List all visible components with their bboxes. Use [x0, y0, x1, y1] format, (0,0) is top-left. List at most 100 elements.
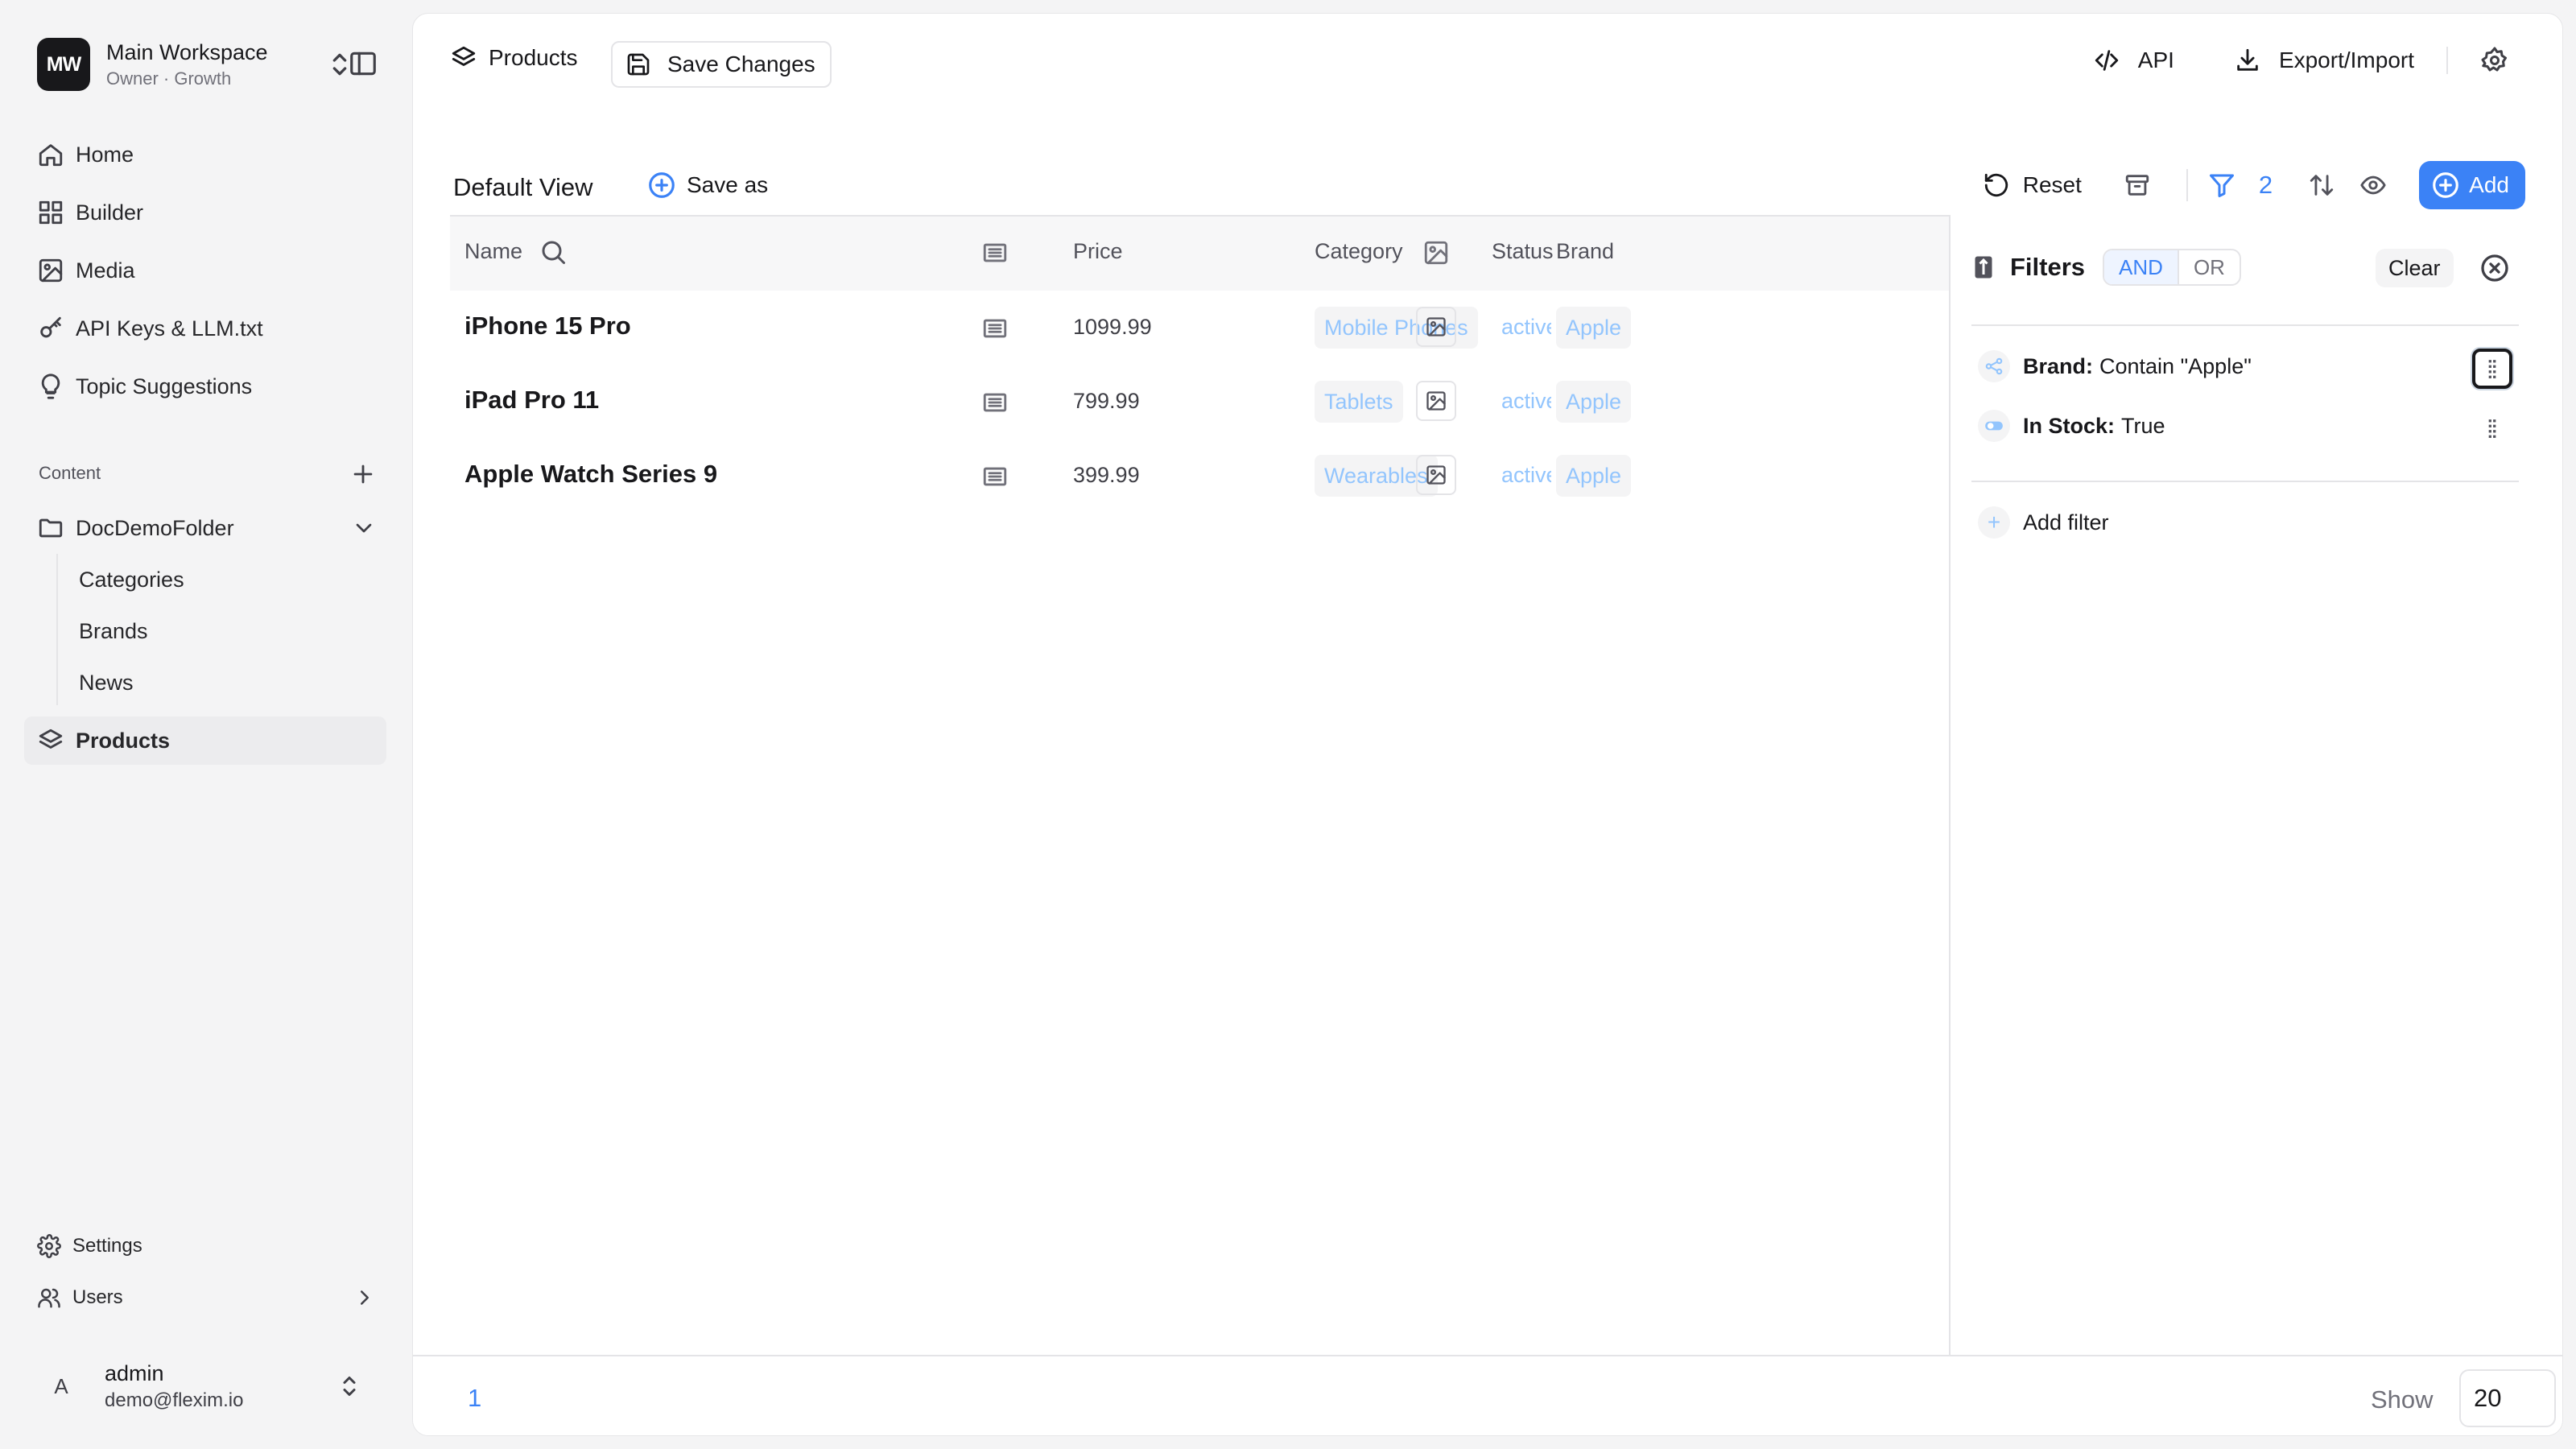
column-header-price[interactable]: Price: [1073, 239, 1123, 264]
cell-image[interactable]: [1416, 307, 1456, 347]
sidebar-item-brands[interactable]: Brands: [79, 609, 148, 654]
reset-button[interactable]: Reset: [1983, 171, 2082, 199]
filter-rule-condition: Contain "Apple": [2099, 353, 2252, 378]
sidebar-item-products[interactable]: Products: [24, 716, 386, 765]
image-icon: [1426, 465, 1446, 485]
export-import-button[interactable]: Export/Import: [2234, 47, 2414, 74]
column-header-status[interactable]: Status: [1492, 239, 1554, 264]
sidebar-item-label: Users: [72, 1286, 123, 1308]
filter-icon: [2209, 174, 2234, 197]
filter-panel: Filters AND OR Clear Brand: Contain "App…: [1949, 215, 2562, 1368]
sidebar-item-folder[interactable]: DocDemoFolder: [24, 504, 386, 552]
image-icon: [1426, 391, 1446, 411]
sidebar-item-api-keys[interactable]: API Keys & LLM.txt: [24, 304, 386, 353]
cell-brand-tag[interactable]: Apple: [1556, 455, 1632, 497]
table-header: Name Price Category Brand Status: [450, 217, 1949, 291]
cell-price: 799.99: [1073, 389, 1140, 413]
page-number[interactable]: 1: [468, 1384, 481, 1413]
breadcrumb: Products: [450, 44, 578, 72]
sidebar-item-media[interactable]: Media: [24, 246, 386, 295]
tree-line: [56, 554, 58, 705]
user-menu[interactable]: A admin demo@flexim.io: [35, 1352, 382, 1420]
workspace-name: Main Workspace: [106, 39, 268, 64]
close-circle-icon[interactable]: [2479, 252, 2511, 284]
table-row[interactable]: Apple Watch Series 9 399.99 Wearables Ap…: [450, 439, 1949, 513]
column-header-name[interactable]: Name: [464, 239, 522, 264]
filter-rule[interactable]: Brand: Contain "Apple": [1978, 350, 2252, 382]
search-icon[interactable]: [539, 237, 568, 266]
divider: [2446, 47, 2448, 74]
sidebar-item-label: Settings: [72, 1235, 142, 1257]
cell-brand-tag[interactable]: Apple: [1556, 307, 1632, 349]
plus-icon[interactable]: [349, 460, 377, 488]
save-changes-button[interactable]: Save Changes: [611, 41, 832, 88]
breadcrumb-title: Products: [489, 45, 578, 70]
add-filter-label: Add filter: [2023, 510, 2109, 535]
tab-default-view[interactable]: Default View: [453, 173, 592, 202]
workspace-switcher[interactable]: MW Main Workspace Owner · Growth: [37, 35, 375, 93]
column-header-brand[interactable]: Brand: [1556, 239, 1614, 264]
sidebar-item-categories[interactable]: Categories: [79, 557, 184, 602]
pagination-footer: 1 Show: [413, 1355, 2562, 1435]
text-field-icon: [983, 319, 1007, 338]
text-field-icon: [983, 243, 1007, 262]
layers-icon: [452, 46, 476, 66]
gear-icon[interactable]: [2480, 46, 2509, 75]
filter-toggle[interactable]: 2: [2203, 159, 2291, 221]
save-as-button[interactable]: Save as: [646, 170, 768, 200]
add-button[interactable]: Add: [2419, 161, 2525, 209]
top-bar: Products Save Changes API Export/Import: [413, 14, 2562, 110]
eye-icon[interactable]: [2359, 171, 2387, 199]
column-header-category[interactable]: Category: [1315, 239, 1403, 264]
filter-rule-condition: True: [2121, 413, 2165, 438]
chevrons-up-down-icon: [343, 1377, 356, 1396]
text-field-icon: [983, 467, 1007, 486]
sidebar-item-settings[interactable]: Settings: [24, 1222, 386, 1270]
cell-price: 399.99: [1073, 463, 1140, 487]
cell-image[interactable]: [1416, 381, 1456, 421]
sidebar-item-topics[interactable]: Topic Suggestions: [24, 362, 386, 411]
sidebar-item-news[interactable]: News: [79, 660, 134, 705]
table-row[interactable]: iPad Pro 11 799.99 Tablets Apple active: [450, 365, 1949, 439]
filter-panel-title: Filters: [2010, 253, 2086, 281]
cell-brand-tag[interactable]: Apple: [1556, 381, 1632, 423]
lightbulb-icon: [41, 374, 60, 399]
divider: [2186, 169, 2188, 201]
sidebar-item-label: Topic Suggestions: [76, 374, 253, 398]
divider: [1971, 481, 2519, 482]
sidebar-item-users[interactable]: Users: [24, 1274, 386, 1322]
sidebar-toggle-icon[interactable]: [348, 48, 378, 79]
chevron-right-icon: [361, 1290, 369, 1305]
sidebar-item-builder[interactable]: Builder: [24, 188, 386, 237]
plus-circle-icon: [2433, 172, 2459, 198]
save-as-label: Save as: [687, 172, 769, 197]
relation-icon: [1978, 350, 2010, 382]
sort-icon[interactable]: [2308, 171, 2335, 199]
logic-toggle[interactable]: AND OR: [2103, 249, 2241, 286]
clear-filters-button[interactable]: Clear: [2376, 249, 2454, 287]
chevron-down-icon[interactable]: [351, 515, 377, 541]
users-icon: [38, 1288, 60, 1308]
filter-rules-icon: [1975, 256, 1992, 279]
page-size-input[interactable]: [2459, 1369, 2556, 1427]
sidebar-item-label: DocDemoFolder: [76, 515, 234, 540]
logic-or-option[interactable]: OR: [2177, 250, 2240, 284]
table-row[interactable]: iPhone 15 Pro 1099.99 Mobile Phones Appl…: [450, 291, 1949, 365]
workspace-subtitle: Owner · Growth: [106, 68, 232, 89]
sidebar-item-home[interactable]: Home: [24, 130, 386, 179]
drag-handle-icon[interactable]: [2472, 349, 2512, 389]
archive-icon[interactable]: [2124, 171, 2151, 199]
sidebar-item-label: Home: [76, 142, 134, 167]
drag-handle-icon[interactable]: [2472, 408, 2512, 448]
plus-icon: +: [1978, 506, 2010, 539]
api-button[interactable]: API: [2093, 47, 2174, 74]
cell-image[interactable]: [1416, 455, 1456, 495]
cell-category-tag[interactable]: Tablets: [1315, 381, 1403, 423]
logic-and-option[interactable]: AND: [2104, 250, 2178, 284]
filter-rule[interactable]: In Stock: True: [1978, 410, 2165, 442]
folder-icon: [39, 518, 63, 538]
layers-icon: [39, 729, 63, 749]
user-email: demo@flexim.io: [105, 1389, 244, 1411]
add-filter-button[interactable]: + Add filter: [1978, 506, 2109, 539]
user-name: admin: [105, 1360, 164, 1385]
